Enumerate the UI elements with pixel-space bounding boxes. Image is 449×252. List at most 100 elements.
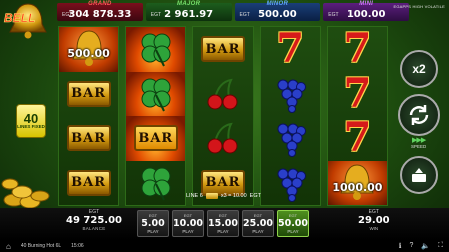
bar-symbol-label: BAR: [71, 175, 107, 191]
speed-arrows-icon: ▶▶▶: [412, 137, 426, 144]
bet-button-50[interactable]: EGT 50.00 PLAY: [277, 210, 309, 237]
jackpot-grand-value: 304 878.33: [68, 9, 132, 20]
jackpot-grand-currency: EGT: [62, 12, 73, 18]
reel-4: 7: [259, 26, 321, 206]
reel-cell: 500.00: [59, 27, 119, 72]
provider-label: EGAPPS HIGH VOLATILE: [393, 4, 445, 9]
reel-1: 500.00 BAR BAR BAR: [58, 26, 120, 206]
bet-label: PLAY: [252, 229, 264, 234]
win-value: 29.00: [358, 215, 390, 226]
bar-symbol-label: BAR: [138, 130, 174, 146]
reel-5-amount: 1000.00: [332, 180, 383, 194]
jackpot-major-label: MAJOR: [177, 1, 201, 7]
bet-button-5[interactable]: EGT 5.00 PLAY: [137, 210, 169, 237]
reel-5: 7 7 7 1000.00: [326, 25, 389, 206]
seven-symbol: 7: [343, 25, 372, 73]
spin-button[interactable]: [398, 94, 440, 136]
clover-icon: [141, 78, 171, 112]
mini-bar-icon: [205, 193, 218, 199]
autoplay-button[interactable]: [400, 156, 438, 194]
reel-cell: BAR: [59, 72, 118, 117]
bottom-bar: EGT 49 725.00 BALANCE EGT 5.00 PLAY EGT …: [0, 208, 449, 240]
reel-cell: BAR: [59, 161, 118, 206]
reel-cell: 1000.00: [327, 160, 388, 205]
jackpot-mini-currency: EGT: [328, 12, 339, 18]
balance-label: BALANCE: [82, 226, 106, 231]
reel-2: BAR: [125, 26, 187, 206]
bet-label: PLAY: [147, 229, 159, 234]
grapes-icon: [277, 79, 307, 113]
line-win-label: LINE 6: [186, 193, 203, 199]
game-name: 40 Burning Hot 6L: [20, 243, 62, 249]
multiplier-button[interactable]: x2: [400, 50, 438, 88]
speaker-icon[interactable]: 🔈: [421, 242, 430, 250]
bet-buttons: EGT 5.00 PLAY EGT 10.00 PLAY EGT 15.00 P…: [137, 210, 309, 237]
jackpot-bar: GRAND EGT 304 878.33 MAJOR EGT 2 961.97 …: [57, 1, 409, 21]
jackpot-minor-value: 500.00: [258, 9, 297, 20]
lines-badge: 40 LINES FIXED: [16, 104, 46, 138]
line-win-payout: x3 = 10.00: [220, 193, 247, 199]
jackpot-major-currency: EGT: [150, 12, 162, 18]
info-icon[interactable]: ℹ: [399, 242, 402, 250]
balance-display: EGT 49 725.00 BALANCE: [66, 209, 122, 231]
jackpot-grand: GRAND EGT 304 878.33: [57, 1, 143, 21]
bar-symbol-label: BAR: [71, 86, 107, 102]
reel-cell: 7: [261, 27, 320, 72]
jackpot-mini-value: 100.00: [346, 9, 386, 20]
speed-label: SPEED: [411, 144, 427, 149]
bet-button-10[interactable]: EGT 10.00 PLAY: [172, 210, 204, 237]
help-icon[interactable]: ?: [409, 242, 413, 250]
seven-symbol: 7: [276, 25, 305, 73]
seven-symbol: 7: [343, 69, 372, 117]
reel-cell: BAR: [126, 116, 186, 161]
reel-cell: [193, 116, 252, 161]
jackpot-major-value: 2 961.97: [164, 9, 214, 20]
reel-cell: 7: [328, 72, 387, 117]
reel-cell: [126, 71, 186, 116]
bet-label: PLAY: [182, 229, 194, 234]
grapes-icon: [277, 168, 307, 202]
home-icon[interactable]: ⌂: [6, 242, 11, 251]
bar-symbol-label: BAR: [205, 175, 241, 191]
bet-value: 10.00: [172, 218, 204, 229]
cherries-icon: [207, 122, 238, 154]
reel-cell: [193, 72, 252, 117]
bar-symbol: BAR: [66, 169, 111, 196]
reel-cell: BAR: [193, 27, 252, 72]
bet-button-25[interactable]: EGT 25.00 PLAY: [242, 210, 274, 237]
reel-cell: [126, 161, 185, 206]
bet-value: 15.00: [207, 218, 239, 229]
jackpot-minor-currency: EGT: [239, 12, 250, 18]
win-label: WIN: [369, 226, 379, 231]
autoplay-icon: [412, 168, 426, 182]
grapes-icon: [277, 123, 307, 158]
cherries-icon: [207, 78, 238, 110]
reel-cell: [261, 116, 320, 161]
bar-symbol-label: BAR: [205, 41, 241, 57]
jackpot-minor: MINOR EGT 500.00: [234, 1, 321, 21]
clover-icon: [141, 167, 171, 201]
line-win-currency: EGT: [249, 193, 261, 199]
bar-symbol: BAR: [201, 169, 245, 196]
reel-cell: [126, 27, 186, 72]
bet-value: 50.00: [277, 218, 309, 229]
lines-text: LINES FIXED: [17, 124, 45, 130]
reel-cell: [261, 161, 320, 206]
speed-toggle[interactable]: ▶▶▶ SPEED: [411, 136, 426, 149]
bar-symbol: BAR: [201, 36, 245, 63]
refresh-icon: [409, 105, 429, 125]
reel-3: BAR BAR: [192, 26, 254, 206]
bet-label: PLAY: [287, 229, 299, 234]
jackpot-minor-label: MINOR: [266, 1, 289, 7]
reel-cell: BAR: [59, 116, 118, 161]
bet-button-15[interactable]: EGT 15.00 PLAY: [207, 210, 239, 237]
seven-symbol: 7: [343, 114, 372, 162]
balance-value: 49 725.00: [66, 215, 122, 226]
win-display: EGT 29.00 WIN: [358, 209, 390, 231]
status-bar: ⌂ 40 Burning Hot 6L 15:06 ℹ ? 🔈 ⛶: [0, 240, 449, 252]
reel-cell: [261, 72, 320, 117]
reel-cell: 7: [328, 116, 387, 161]
reels-area: 500.00 BAR BAR BAR BAR BAR BAR 7 7 7 7 1…: [58, 25, 389, 206]
clover-icon: [141, 33, 171, 67]
fullscreen-icon[interactable]: ⛶: [438, 242, 443, 250]
